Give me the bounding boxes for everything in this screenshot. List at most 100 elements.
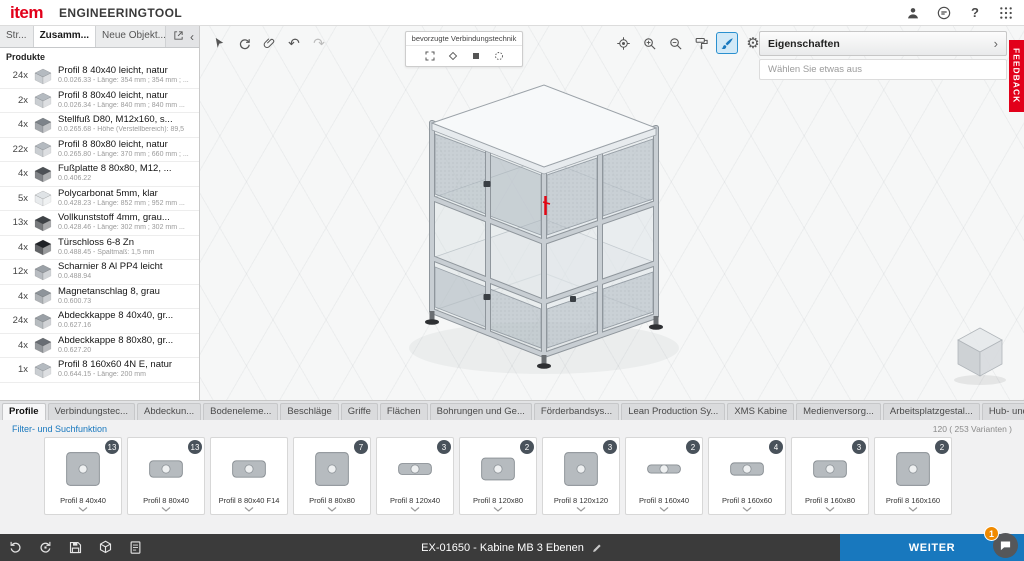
product-list-item[interactable]: 13x Vollkunststoff 4mm, grau... 0.0.428.… [0,211,199,236]
save-icon[interactable] [60,534,90,561]
product-list-item[interactable]: 4x Stellfuß D80, M12x160, s... 0.0.265.6… [0,113,199,138]
help-icon[interactable]: ? [967,5,983,21]
product-list-item[interactable]: 24x Profil 8 40x40 leicht, natur 0.0.026… [0,64,199,89]
catalog-item[interactable]: 3 Profil 8 120x40 [376,437,454,515]
product-thumbnail [33,214,53,232]
catalog-item[interactable]: Profil 8 80x40 F14 [210,437,288,515]
reset-icon[interactable] [0,534,30,561]
catalog-tab[interactable]: Beschläge [280,403,339,420]
sidebar-tab[interactable]: Zusamm... [33,26,97,47]
catalog-tab[interactable]: Verbindungstec... [47,403,135,420]
catalog-item[interactable]: 13 Profil 8 40x40 [44,437,122,515]
chevron-down-icon[interactable] [659,505,669,514]
product-name: Abdeckkappe 8 80x80, gr... [58,335,174,346]
chevron-down-icon[interactable] [327,505,337,514]
product-list-item[interactable]: 2x Profil 8 80x40 leicht, natur 0.0.026.… [0,89,199,113]
center-view-icon[interactable] [612,32,634,54]
chevron-down-icon[interactable] [825,505,835,514]
connection-tech-dropdown[interactable]: bevorzugte Verbindungstechnik [405,31,523,67]
product-list-item[interactable]: 5x Polycarbonat 5mm, klar 0.0.428.23 - L… [0,187,199,211]
catalog-item[interactable]: 7 Profil 8 80x80 [293,437,371,515]
profile-name: Profil 8 160x160 [885,496,941,505]
sync-icon[interactable] [30,534,60,561]
chevron-down-icon[interactable] [410,505,420,514]
catalog-item[interactable]: 13 Profil 8 80x40 [127,437,205,515]
catalog-item[interactable]: 3 Profil 8 120x120 [542,437,620,515]
zoom-in-icon[interactable] [638,32,660,54]
chevron-down-icon[interactable] [742,505,752,514]
paint-brush-icon[interactable] [716,32,738,54]
user-icon[interactable] [905,5,921,21]
open-external-icon[interactable] [173,28,184,46]
chevron-down-icon[interactable] [78,505,88,514]
product-list-item[interactable]: 1x Profil 8 160x60 4N E, natur 0.0.644.1… [0,358,199,383]
community-chat-icon[interactable] [936,5,952,21]
product-list-item[interactable]: 22x Profil 8 80x80 leicht, natur 0.0.265… [0,138,199,162]
paint-roller-icon[interactable] [690,32,712,54]
product-list-item[interactable]: 24x Abdeckkappe 8 40x40, gr... 0.0.627.1… [0,309,199,334]
product-thumbnail [33,238,53,256]
view-cube[interactable] [948,322,1012,388]
apps-grid-icon[interactable] [998,5,1014,21]
sidebar-tab[interactable]: Neue Objekt... [96,26,167,47]
properties-header[interactable]: Eigenschaften › [759,31,1007,56]
variant-badge: 3 [437,440,451,454]
chevron-down-icon[interactable] [493,505,503,514]
catalog-item[interactable]: 2 Profil 8 120x80 [459,437,537,515]
product-list-item[interactable]: 4x Magnetanschlag 8, grau 0.0.600.73 [0,285,199,309]
product-thumbnail [33,165,53,183]
catalog-tab-label: Beschläge [287,406,332,417]
edit-pencil-icon[interactable] [591,542,603,554]
catalog-tab[interactable]: Hub- und Transportte... [981,403,1024,420]
catalog-tab[interactable]: Griffe [340,403,378,420]
catalog-tab[interactable]: Medienversorg... [796,403,881,420]
chevron-down-icon[interactable] [576,505,586,514]
catalog-tab[interactable]: Arbeitsplatzgestal... [882,403,980,420]
catalog-tab[interactable]: XMS Kabine [727,403,795,420]
undo-icon[interactable]: ↶ [283,32,305,54]
collapse-panel-icon[interactable]: ‹ [190,30,194,44]
auto-connection-icon[interactable] [423,49,437,63]
dashed-circle-connection-icon[interactable] [492,49,506,63]
catalog-tab[interactable]: Lean Production Sy... [621,403,726,420]
catalog-item[interactable]: 4 Profil 8 160x60 [708,437,786,515]
product-list-item[interactable]: 12x Scharnier 8 Al PP4 leicht 0.0.488.94 [0,260,199,285]
product-list-item[interactable]: 4x Türschloss 6-8 Zn 0.0.488.45 - Spaltm… [0,236,199,260]
feedback-tab[interactable]: FEEDBACK [1009,40,1024,112]
chevron-down-icon[interactable] [161,505,171,514]
variant-badge: 4 [769,440,783,454]
zoom-out-icon[interactable] [664,32,686,54]
rotate-view-icon[interactable] [233,32,255,54]
square-connection-icon[interactable] [469,49,483,63]
catalog-tab-label: Lean Production Sy... [628,406,719,417]
catalog-item[interactable]: 3 Profil 8 160x80 [791,437,869,515]
catalog-tab[interactable]: Bohrungen und Ge... [429,403,532,420]
sidebar-tab[interactable]: Str... [0,26,34,47]
select-cursor-icon[interactable] [208,32,230,54]
view-toolbar: ⚙ [612,32,764,54]
product-thumbnail [33,189,53,207]
catalog-tab[interactable]: Profile [2,403,46,420]
chevron-down-icon[interactable] [908,505,918,514]
chevron-down-icon[interactable] [244,505,254,514]
attach-icon[interactable] [258,32,280,54]
catalog-tab[interactable]: Flächen [379,403,428,420]
product-list-item[interactable]: 4x Abdeckkappe 8 80x80, gr... 0.0.627.20 [0,334,199,358]
cube-view-icon[interactable] [90,534,120,561]
properties-title: Eigenschaften [768,37,840,50]
filter-search-link[interactable]: Filter- und Suchfunktion [12,424,107,434]
catalog-tab[interactable]: Abdeckun... [136,403,202,420]
catalog-item[interactable]: 2 Profil 8 160x40 [625,437,703,515]
product-list-item[interactable]: 4x Fußplatte 8 80x80, M12, ... 0.0.406.2… [0,162,199,187]
product-list: 24x Profil 8 40x40 leicht, natur 0.0.026… [0,64,199,400]
catalog-item[interactable]: 2 Profil 8 160x160 [874,437,952,515]
bottom-statusbar: EX-01650 - Kabine MB 3 Ebenen WEITER › [0,534,1024,561]
catalog-filter-row: Filter- und Suchfunktion 120 ( 253 Varia… [8,422,1016,435]
redo-icon[interactable]: ↷ [308,32,330,54]
catalog-tab[interactable]: Bodeneleme... [203,403,279,420]
diamond-connection-icon[interactable] [446,49,460,63]
profile-name: Profil 8 40x40 [60,496,106,505]
parts-list-icon[interactable] [120,534,150,561]
catalog-tab[interactable]: Förderbandsys... [533,403,620,420]
variant-badge: 3 [852,440,866,454]
